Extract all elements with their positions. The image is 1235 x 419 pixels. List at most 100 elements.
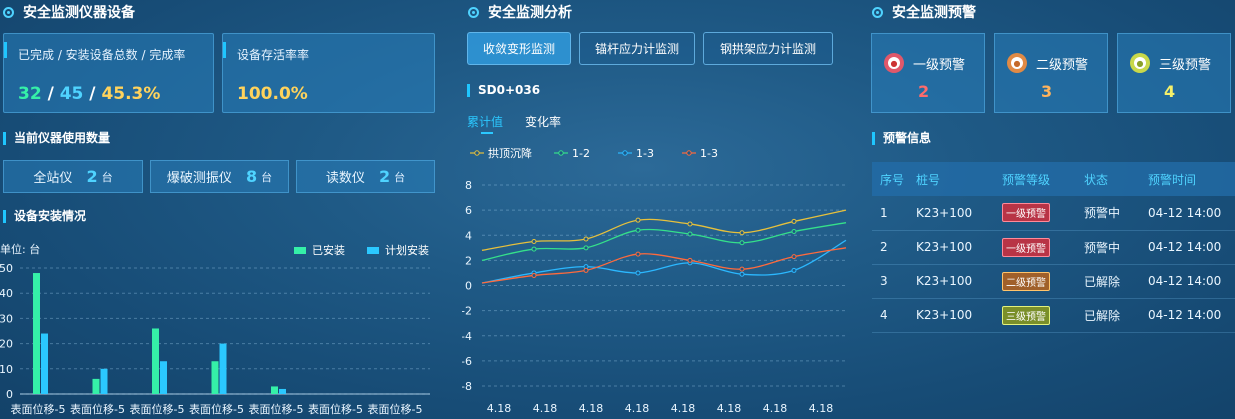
data-point[interactable] bbox=[791, 228, 797, 234]
warning-level-3-card[interactable]: ● 三级预警 4 bbox=[1117, 33, 1231, 113]
legend-item[interactable]: 1-3 bbox=[618, 147, 654, 160]
subtab-cumulative[interactable]: 累计值 bbox=[467, 113, 503, 130]
data-point[interactable] bbox=[739, 230, 745, 236]
data-point[interactable] bbox=[739, 271, 745, 277]
y-tick-label: 6 bbox=[465, 204, 472, 217]
data-point[interactable] bbox=[687, 257, 693, 263]
y-tick-label: 0 bbox=[465, 280, 472, 293]
warning-level-label: 二级预警 bbox=[1036, 57, 1089, 73]
bar[interactable] bbox=[92, 378, 100, 394]
survival-value: 100.0% bbox=[237, 84, 308, 104]
data-point[interactable] bbox=[531, 246, 537, 252]
legend-item[interactable]: 1-3 bbox=[682, 147, 718, 160]
legend-item[interactable]: 1-2 bbox=[554, 147, 590, 160]
cell-index: 4 bbox=[872, 298, 916, 333]
col-level: 预警等级 bbox=[1002, 162, 1084, 196]
bar[interactable] bbox=[271, 386, 278, 394]
subtab-label: 累计值 bbox=[467, 115, 504, 129]
instrument-readout[interactable]: 读数仪 2 台 bbox=[296, 160, 435, 193]
warning-level-2-card[interactable]: ● 二级预警 3 bbox=[994, 33, 1108, 113]
x-tick-label: 4.18 bbox=[487, 402, 512, 415]
x-tick-label: 4.18 bbox=[717, 402, 742, 415]
legend-swatch bbox=[367, 246, 379, 254]
survival-card: 设备存活率率 100.0% bbox=[222, 33, 435, 113]
legend-planned[interactable]: 计划安装 bbox=[367, 242, 429, 258]
completion-rate: 45.3% bbox=[101, 84, 161, 104]
warning-level-1-card[interactable]: ● 一级预警 2 bbox=[871, 33, 985, 113]
table-row[interactable]: 1 K23+100 一级预警 预警中 04-12 14:00 bbox=[872, 196, 1235, 231]
table-row[interactable]: 2 K23+100 一级预警 预警中 04-12 14:00 bbox=[872, 230, 1235, 265]
level-badge: 三级预警 bbox=[1002, 305, 1050, 325]
cell-level: 二级预警 bbox=[1002, 264, 1084, 299]
x-tick-label: 表面位移-5 bbox=[130, 402, 185, 416]
data-point[interactable] bbox=[791, 218, 797, 224]
tab-steel-arch-stress[interactable]: 钢拱架应力计监测 bbox=[703, 32, 833, 65]
tab-convergence[interactable]: 收敛变形监测 bbox=[467, 32, 571, 65]
bar[interactable] bbox=[279, 388, 286, 394]
warning-level-count: 2 bbox=[918, 82, 930, 101]
card-accent-bar bbox=[223, 42, 226, 58]
data-point[interactable] bbox=[531, 239, 537, 245]
data-point[interactable] bbox=[635, 251, 641, 257]
level-badge: 二级预警 bbox=[1002, 271, 1050, 291]
cell-time: 04-12 14:00 bbox=[1148, 230, 1235, 265]
data-point[interactable] bbox=[791, 267, 797, 273]
instrument-count: 2 bbox=[378, 167, 391, 186]
cell-station: K23+100 bbox=[916, 298, 1002, 333]
bar[interactable] bbox=[211, 361, 219, 394]
col-time: 预警时间 bbox=[1148, 162, 1235, 196]
bar[interactable] bbox=[41, 333, 48, 394]
y-tick-label: 30 bbox=[0, 312, 13, 325]
data-point[interactable] bbox=[739, 266, 745, 272]
target-icon bbox=[3, 6, 14, 18]
bar[interactable] bbox=[100, 368, 108, 394]
data-point[interactable] bbox=[635, 227, 641, 233]
y-tick-label: 8 bbox=[465, 179, 472, 192]
cell-index: 1 bbox=[872, 196, 916, 231]
series-line[interactable] bbox=[481, 239, 847, 284]
data-point[interactable] bbox=[687, 231, 693, 237]
level-badge: 一级预警 bbox=[1002, 203, 1050, 223]
alarm-icon: ● bbox=[1007, 53, 1027, 73]
usage-title: 当前仪器使用数量 bbox=[3, 132, 110, 145]
series-line[interactable] bbox=[481, 247, 847, 284]
legend-label: 1-3 bbox=[636, 147, 654, 160]
bar[interactable] bbox=[219, 343, 227, 394]
legend-marker bbox=[558, 150, 564, 156]
total-count: 45 bbox=[59, 84, 84, 104]
cell-index: 2 bbox=[872, 230, 916, 265]
instrument-unit: 台 bbox=[261, 170, 273, 184]
subtab-underline bbox=[481, 132, 493, 134]
cell-level: 一级预警 bbox=[1002, 230, 1084, 265]
data-point[interactable] bbox=[583, 245, 589, 251]
table-row[interactable]: 3 K23+100 二级预警 已解除 04-12 14:00 bbox=[872, 264, 1235, 299]
instrument-total-station[interactable]: 全站仪 2 台 bbox=[3, 160, 143, 193]
data-point[interactable] bbox=[635, 270, 641, 276]
y-tick-label: -6 bbox=[462, 355, 472, 368]
subtab-rate[interactable]: 变化率 bbox=[525, 113, 561, 130]
legend-label: 1-3 bbox=[700, 147, 718, 160]
bar[interactable] bbox=[160, 361, 167, 394]
warning-level-count: 4 bbox=[1164, 82, 1176, 101]
right-section-title: 安全监测预警 bbox=[872, 2, 976, 22]
bar[interactable] bbox=[152, 328, 159, 394]
data-point[interactable] bbox=[531, 272, 537, 278]
legend-item[interactable]: 拱顶沉降 bbox=[470, 146, 532, 160]
data-point[interactable] bbox=[739, 240, 745, 246]
tab-anchor-stress[interactable]: 锚杆应力计监测 bbox=[579, 32, 695, 65]
cell-index: 3 bbox=[872, 264, 916, 299]
y-tick-label: -4 bbox=[462, 330, 472, 343]
data-point[interactable] bbox=[791, 254, 797, 260]
data-point[interactable] bbox=[583, 236, 589, 242]
middle-title-text: 安全监测分析 bbox=[488, 5, 572, 21]
instrument-unit: 台 bbox=[101, 170, 113, 184]
x-tick-label: 表面位移-5 bbox=[249, 402, 304, 416]
data-point[interactable] bbox=[583, 267, 589, 273]
install-title: 设备安装情况 bbox=[3, 210, 86, 223]
instrument-blast-vibrometer[interactable]: 爆破测振仪 8 台 bbox=[150, 160, 289, 193]
legend-installed[interactable]: 已安装 bbox=[294, 242, 345, 258]
data-point[interactable] bbox=[687, 221, 693, 227]
bar[interactable] bbox=[33, 273, 40, 394]
table-row[interactable]: 4 K23+100 三级预警 已解除 04-12 14:00 bbox=[872, 298, 1235, 333]
data-point[interactable] bbox=[635, 217, 641, 223]
